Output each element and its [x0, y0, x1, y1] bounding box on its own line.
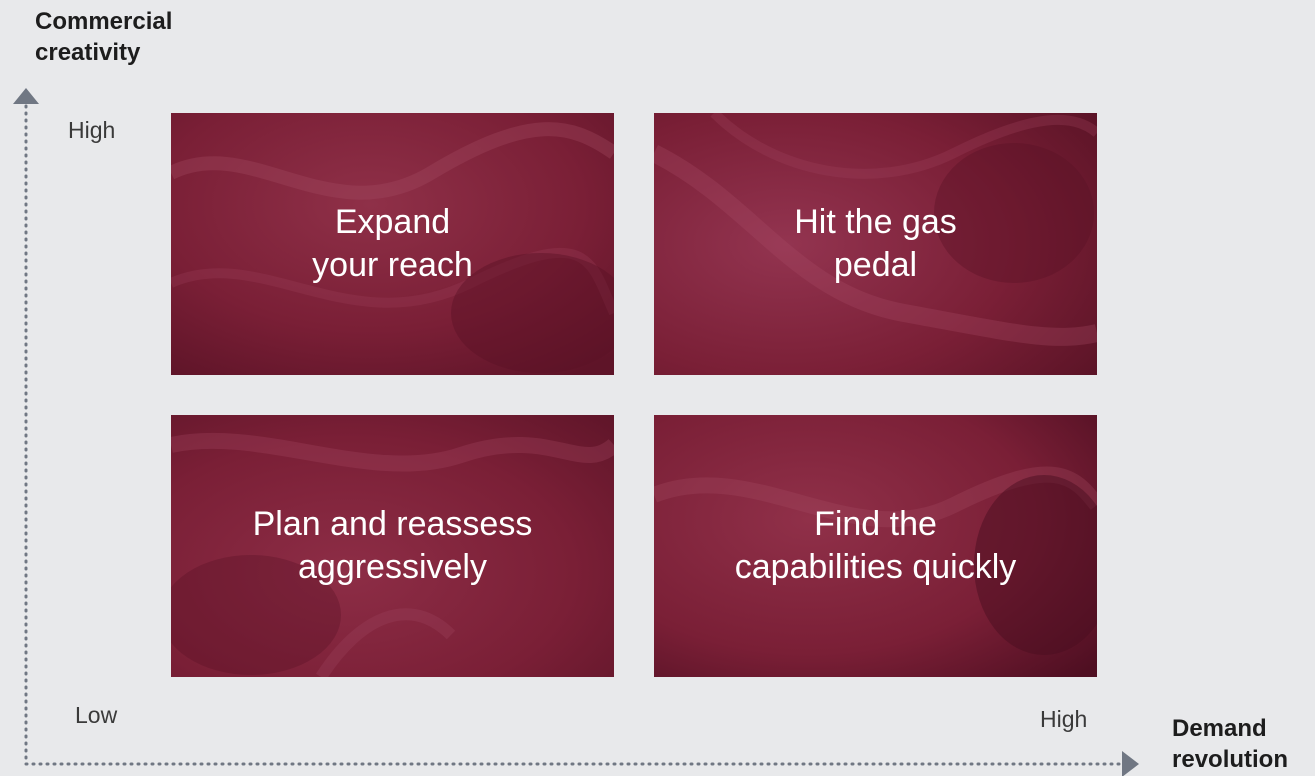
quadrant-top-right: Hit the gas pedal [654, 113, 1097, 375]
y-axis-arrow-icon [13, 88, 39, 104]
quadrant-label: Hit the gas pedal [794, 203, 957, 284]
quadrant-label: Expand your reach [312, 203, 473, 284]
y-axis-high-label: High [68, 117, 116, 143]
quadrant-top-left: Expand your reach [171, 113, 614, 375]
quadrant-label: Find the capabilities quickly [734, 505, 1017, 586]
x-axis-title: Demand revolution [1172, 715, 1289, 773]
x-axis-high-label: High [1040, 706, 1088, 732]
x-axis-arrow-icon [1122, 751, 1139, 776]
quadrant-bottom-left: Plan and reassess aggressively [171, 415, 614, 677]
quadrant-bottom-right: Find the capabilities quickly [654, 415, 1097, 677]
y-axis-title: Commercial creativity [35, 8, 173, 66]
axis-low-label: Low [75, 702, 118, 728]
quadrant-label: Plan and reassess aggressively [252, 505, 533, 586]
